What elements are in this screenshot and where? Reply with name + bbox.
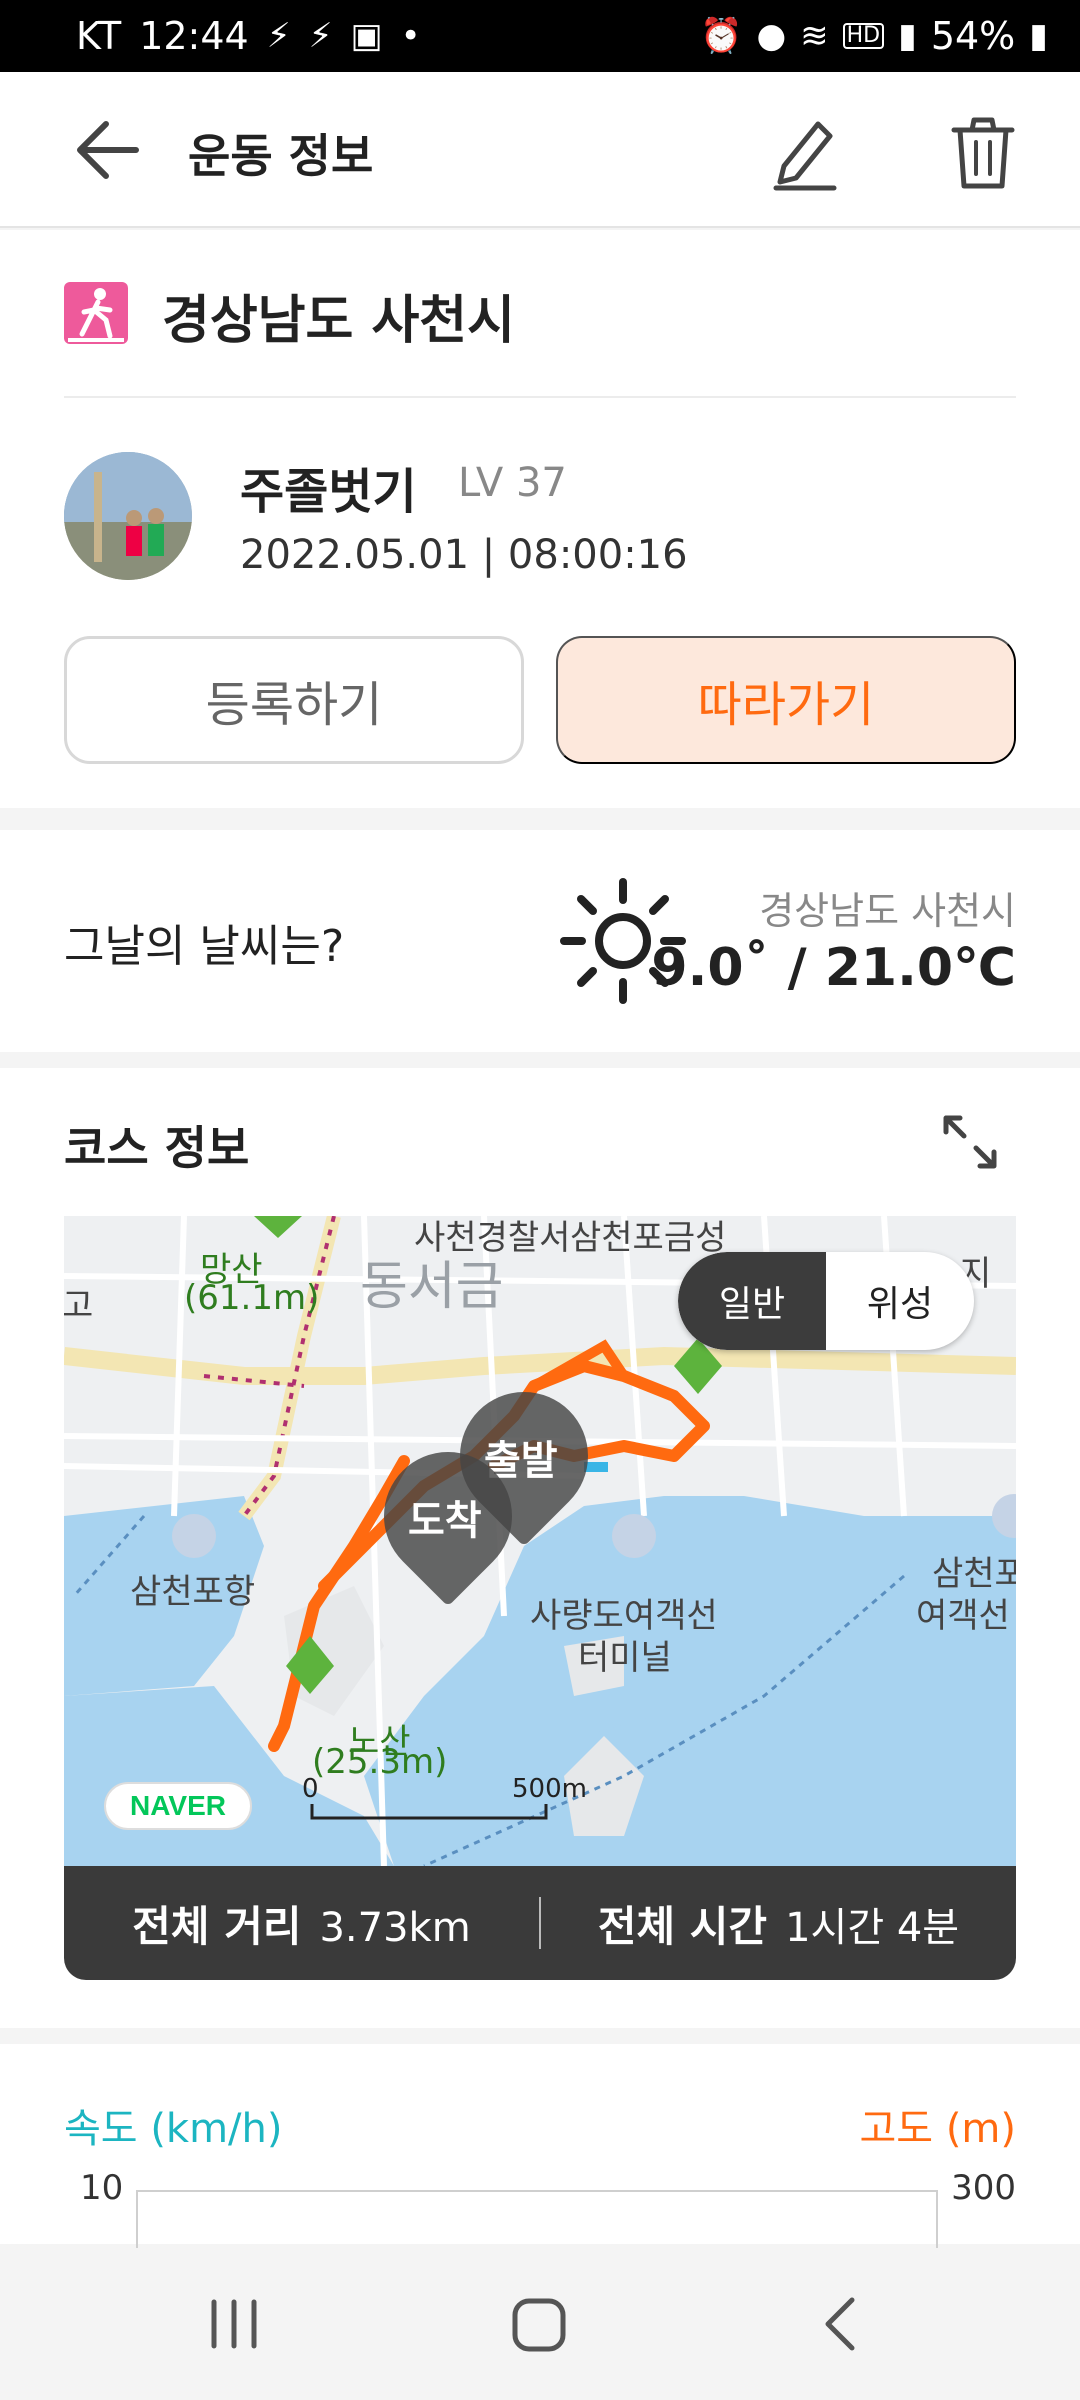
altitude-axis-label: 고도 (m) (859, 2106, 1017, 2152)
speed-axis-max: 10 (80, 2168, 124, 2208)
user-name: 주졸벗기 (240, 464, 417, 520)
dot-icon: • (400, 16, 421, 56)
map-label-ferry-terminal-2: 터미널 (578, 1638, 672, 1678)
scale-end: 500m (512, 1774, 587, 1804)
register-button[interactable]: 등록하기 (64, 636, 524, 764)
map-label-samcheonpo-port: 삼천포항 (130, 1572, 256, 1612)
chevron-left-icon (825, 2297, 855, 2351)
map-label-samcheonpo-geum: 삼천포금성 (570, 1218, 727, 1258)
weather-temperature: 9.0˚ / 21.0℃ (651, 938, 1016, 998)
arrive-marker-label: 도착 (408, 1498, 482, 1544)
expand-button[interactable] (940, 1112, 1000, 1172)
expand-icon (943, 1115, 997, 1169)
course-card: 코스 정보 망산 (61.1m) 사천경찰서 삼천포금성 지 동서금 고 삼천포… (0, 1068, 1080, 2028)
trash-icon (951, 117, 1015, 189)
map-label-dongseogeum: 동서금 (360, 1257, 504, 1317)
edit-button[interactable] (770, 112, 840, 192)
delete-button[interactable] (950, 112, 1016, 192)
total-time-value: 1시간 4분 (785, 1904, 960, 1951)
total-distance-value: 3.73km (319, 1904, 471, 1951)
battery-icon: ▮ (1029, 16, 1048, 56)
speed-altitude-chart: 속도 (km/h) 고도 (m) 10 300 (0, 2044, 1080, 2250)
notification-icon: ⚡ (266, 16, 291, 56)
total-distance: 전체 거리 3.73km (64, 1893, 539, 1954)
walking-person-icon (64, 282, 128, 344)
scale-start: 0 (302, 1774, 319, 1804)
naver-logo: NAVER (104, 1782, 252, 1830)
total-time: 전체 시간 1시간 4분 (541, 1893, 1016, 1954)
recent-apps-icon (211, 2299, 257, 2349)
map-type-satellite[interactable]: 위성 (826, 1252, 974, 1350)
weather-location: 경상남도 사천시 (759, 889, 1016, 933)
altitude-axis-max: 300 (951, 2168, 1016, 2208)
course-title: 코스 정보 (64, 1121, 250, 1175)
follow-button[interactable]: 따라가기 (556, 636, 1016, 764)
map-type-normal[interactable]: 일반 (678, 1252, 826, 1350)
clock: 12:44 (139, 14, 249, 58)
location-icon: ● (756, 16, 787, 56)
recent-apps-button[interactable] (206, 2296, 262, 2352)
arrow-left-icon (77, 121, 139, 179)
gallery-icon: ▣ (350, 16, 383, 56)
home-button[interactable] (510, 2296, 568, 2354)
system-nav-bar (0, 2248, 1080, 2400)
battery-percent: 54% (930, 14, 1016, 58)
map-label-mangsan-height: (61.1m) (184, 1278, 320, 1318)
status-bar: KT 12:44 ⚡ ⚡ ▣ • ⏰ ● ≋ HD ▮ 54% ▮ (0, 0, 1080, 72)
wifi-icon: ≋ (800, 16, 829, 56)
divider (64, 396, 1016, 398)
total-time-label: 전체 시간 (597, 1901, 768, 1951)
weather-card: 그날의 날씨는? 경상남도 사천시 9.0˚ / 21.0℃ (0, 830, 1080, 1052)
carrier-label: KT (76, 14, 122, 58)
signal-icon: ▮ (898, 16, 917, 56)
back-button[interactable] (72, 118, 142, 182)
weather-question: 그날의 날씨는? (64, 921, 345, 972)
course-map[interactable]: 망산 (61.1m) 사천경찰서 삼천포금성 지 동서금 고 삼천포항 사량도여… (64, 1216, 1016, 1866)
pencil-icon (773, 121, 837, 191)
map-label-samcheonpo-right-2: 여객선 (916, 1596, 1010, 1636)
map-label-nosan-height: (25.3m) (312, 1742, 448, 1782)
scale-bar (310, 1804, 548, 1820)
course-summary-bar: 전체 거리 3.73km 전체 시간 1시간 4분 (64, 1866, 1016, 1980)
alarm-icon: ⏰ (700, 16, 743, 56)
hd-icon: HD (842, 23, 885, 49)
speed-axis-label: 속도 (km/h) (64, 2106, 283, 2152)
activity-datetime: 2022.05.01 | 08:00:16 (240, 532, 688, 578)
user-level: LV 37 (458, 460, 567, 506)
map-label-go: 고 (64, 1286, 94, 1326)
map-type-toggle: 일반 위성 (678, 1252, 974, 1350)
avatar[interactable] (64, 452, 192, 580)
app-header: 운동 정보 (0, 72, 1080, 228)
activity-location: 경상남도 사천시 (162, 291, 515, 351)
notification-icon: ⚡ (308, 16, 333, 56)
total-distance-label: 전체 거리 (132, 1901, 302, 1951)
activity-card: 경상남도 사천시 주졸벗기 LV 37 2022.05.01 | 08:00:1… (0, 230, 1080, 808)
system-back-button[interactable] (820, 2294, 860, 2354)
chart-frame (136, 2190, 938, 2250)
home-icon (512, 2298, 566, 2352)
page-title: 운동 정보 (188, 129, 374, 183)
